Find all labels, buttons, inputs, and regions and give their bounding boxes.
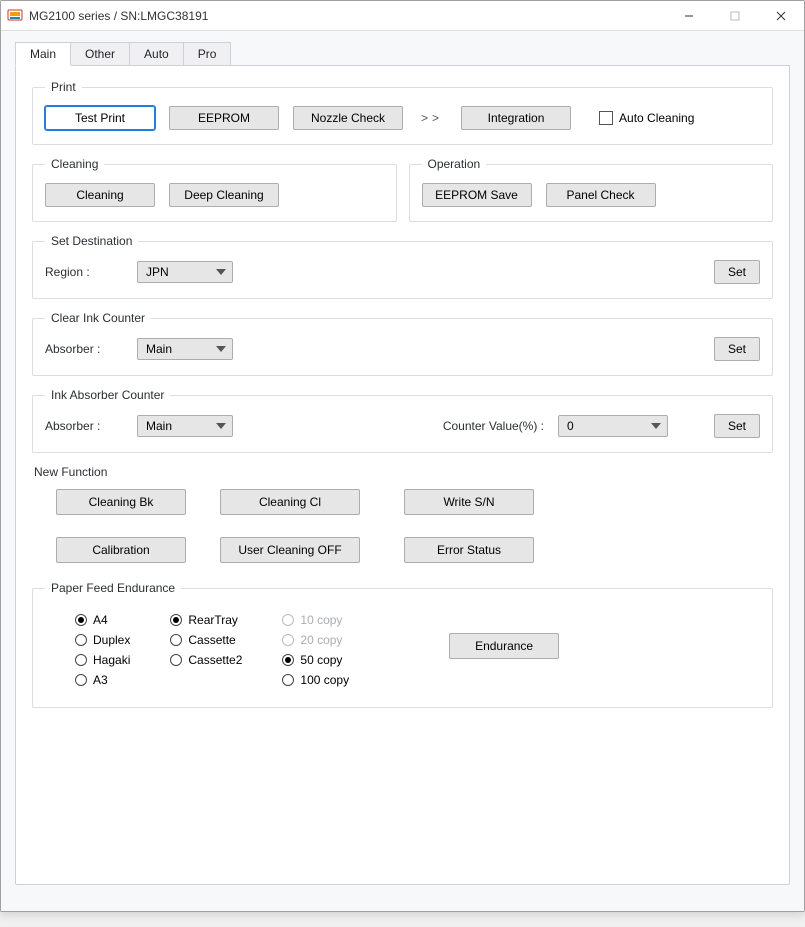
minimize-button[interactable] [666,1,712,31]
tab-main[interactable]: Main [15,42,71,66]
pfe-copy-col: 10 copy 20 copy 50 copy 100 copy [282,613,349,687]
pfe-copy-radio[interactable]: 50 copy [282,653,349,667]
print-group: Print Test Print EEPROM Nozzle Check >> … [32,80,773,145]
pfe-paper-radio[interactable]: A3 [75,673,130,687]
tabstrip: Main Other Auto Pro [15,41,790,65]
pfe-paper-radio[interactable]: Hagaki [75,653,130,667]
endurance-button[interactable]: Endurance [449,633,559,659]
panel-check-button[interactable]: Panel Check [546,183,656,207]
absorber-label: Absorber : [45,342,123,356]
clear-ink-set-button[interactable]: Set [714,337,760,361]
radio-icon [75,674,87,686]
pfe-copy-radio: 20 copy [282,633,349,647]
new-function-heading: New Function [34,465,773,479]
integration-button[interactable]: Integration [461,106,571,130]
pfe-paper-label: A4 [93,613,108,627]
maximize-button[interactable] [712,1,758,31]
set-destination-group: Set Destination Region : JPN Set [32,234,773,299]
pfe-tray-label: Cassette [188,633,235,647]
ink-absorber-label: Absorber : [45,419,123,433]
radio-icon [75,634,87,646]
radio-icon [282,674,294,686]
nozzle-check-button[interactable]: Nozzle Check [293,106,403,130]
pfe-copy-label: 10 copy [300,613,342,627]
radio-icon [75,654,87,666]
pfe-copy-radio: 10 copy [282,613,349,627]
radio-icon [75,614,87,626]
pfe-paper-radio[interactable]: Duplex [75,633,130,647]
pfe-paper-radio[interactable]: A4 [75,613,130,627]
pfe-legend: Paper Feed Endurance [45,581,181,595]
pfe-tray-radio[interactable]: RearTray [170,613,242,627]
ink-absorber-legend: Ink Absorber Counter [45,388,170,402]
pfe-tray-radio[interactable]: Cassette [170,633,242,647]
pfe-tray-label: Cassette2 [188,653,242,667]
pfe-copy-label: 20 copy [300,633,342,647]
window: MG2100 series / SN:LMGC38191 Main Other … [0,0,805,912]
app-icon [7,8,23,24]
cleaning-cl-button[interactable]: Cleaning Cl [220,489,360,515]
ink-absorber-group: Ink Absorber Counter Absorber : Main Cou… [32,388,773,453]
pfe-paper-col: A4 Duplex Hagaki A3 [75,613,130,687]
ink-absorber-select[interactable]: Main [137,415,233,437]
pfe-copy-label: 50 copy [300,653,342,667]
user-cleaning-off-button[interactable]: User Cleaning OFF [220,537,360,563]
test-print-button[interactable]: Test Print [45,106,155,130]
operation-group: Operation EEPROM Save Panel Check [409,157,774,222]
pfe-tray-label: RearTray [188,613,238,627]
auto-cleaning-label: Auto Cleaning [619,111,694,125]
error-status-button[interactable]: Error Status [404,537,534,563]
region-select[interactable]: JPN [137,261,233,283]
tab-auto[interactable]: Auto [129,42,184,66]
cleaning-button[interactable]: Cleaning [45,183,155,207]
radio-icon [170,614,182,626]
operation-legend: Operation [422,157,487,171]
auto-cleaning-checkbox[interactable]: Auto Cleaning [599,111,694,125]
pfe-copy-label: 100 copy [300,673,349,687]
clear-ink-legend: Clear Ink Counter [45,311,151,325]
absorber-select[interactable]: Main [137,338,233,360]
counter-value-label: Counter Value(%) : [443,419,544,433]
pfe-paper-label: A3 [93,673,108,687]
tabpanel-main: Print Test Print EEPROM Nozzle Check >> … [15,65,790,885]
clear-ink-group: Clear Ink Counter Absorber : Main Set [32,311,773,376]
radio-icon [282,654,294,666]
radio-icon [170,654,182,666]
pfe-tray-col: RearTray Cassette Cassette2 [170,613,242,667]
window-title: MG2100 series / SN:LMGC38191 [29,9,208,23]
print-legend: Print [45,80,82,94]
tab-other[interactable]: Other [70,42,130,66]
radio-icon [170,634,182,646]
checkbox-icon [599,111,613,125]
destination-set-button[interactable]: Set [714,260,760,284]
counter-value-select[interactable]: 0 [558,415,668,437]
calibration-button[interactable]: Calibration [56,537,186,563]
deep-cleaning-button[interactable]: Deep Cleaning [169,183,279,207]
eeprom-save-button[interactable]: EEPROM Save [422,183,532,207]
more-indicator: >> [417,111,447,125]
pfe-paper-label: Duplex [93,633,130,647]
set-destination-legend: Set Destination [45,234,138,248]
radio-icon [282,634,294,646]
tab-pro[interactable]: Pro [183,42,232,66]
eeprom-button[interactable]: EEPROM [169,106,279,130]
ink-absorber-set-button[interactable]: Set [714,414,760,438]
paper-feed-endurance-group: Paper Feed Endurance A4 Duplex Hagaki A3 Re… [32,581,773,708]
pfe-copy-radio[interactable]: 100 copy [282,673,349,687]
cleaning-bk-button[interactable]: Cleaning Bk [56,489,186,515]
cleaning-group: Cleaning Cleaning Deep Cleaning [32,157,397,222]
pfe-paper-label: Hagaki [93,653,130,667]
close-button[interactable] [758,1,804,31]
cleaning-legend: Cleaning [45,157,104,171]
titlebar: MG2100 series / SN:LMGC38191 [1,1,804,31]
radio-icon [282,614,294,626]
write-sn-button[interactable]: Write S/N [404,489,534,515]
region-label: Region : [45,265,123,279]
new-function-grid: Cleaning Bk Cleaning Cl Write S/N Calibr… [32,489,773,563]
pfe-tray-radio[interactable]: Cassette2 [170,653,242,667]
